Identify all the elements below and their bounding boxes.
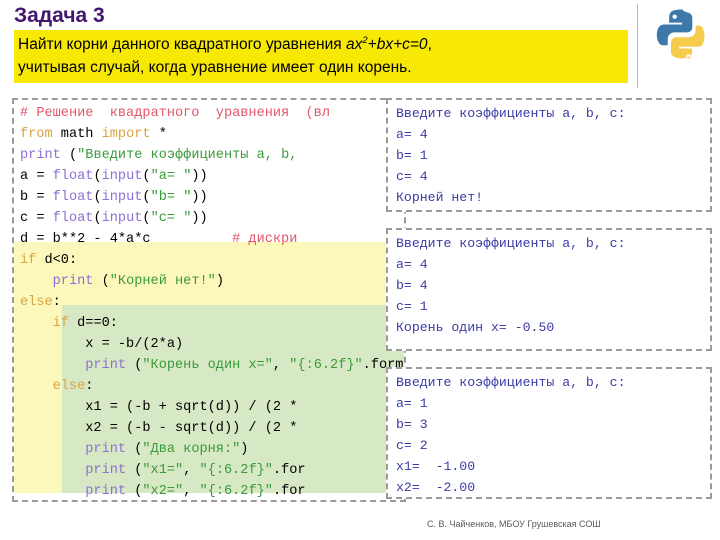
statement-text-part1: Найти корни данного квадратного уравнени… bbox=[18, 36, 346, 53]
code-line-else-2 bbox=[20, 379, 53, 394]
output-line: Введите коэффициенты a, b, c: bbox=[396, 375, 626, 390]
output-line: b= 1 bbox=[396, 148, 428, 163]
code-line-x2: x2 = (-b - sqrt(d)) / (2 * bbox=[20, 421, 298, 436]
code-line-if-d-eq-0 bbox=[20, 316, 53, 331]
code-line-comment-1: # Решение квадратного уравнения (вл bbox=[20, 106, 330, 121]
output-line: x1= -1.00 bbox=[396, 459, 476, 474]
output-line: Корней нет! bbox=[396, 190, 484, 205]
code-block: # Решение квадратного уравнения (вл from… bbox=[12, 98, 406, 502]
output-panel-two-roots: Введите коэффициенты a, b, c: a= 1 b= 3 … bbox=[386, 367, 712, 499]
python-logo-icon bbox=[653, 6, 711, 64]
header-divider bbox=[637, 4, 638, 88]
output-panel-no-roots: Введите коэффициенты a, b, c: a= 4 b= 1 … bbox=[386, 98, 712, 212]
output-line: c= 1 bbox=[396, 299, 428, 314]
statement-line-2: учитывая случай, когда уравнение имеет о… bbox=[18, 59, 412, 76]
code-line-import: from bbox=[20, 127, 53, 142]
footer-credit: С. В. Чайченков, МБОУ Грушевская СОШ bbox=[427, 519, 601, 529]
equation-base-b: +bx+c=0 bbox=[367, 36, 428, 53]
code-line-b: b = bbox=[20, 190, 53, 205]
code-line-a: a = bbox=[20, 169, 53, 184]
code-line-c: c = bbox=[20, 211, 53, 226]
output-line: Корень один x= -0.50 bbox=[396, 320, 555, 335]
equation-base-a: ax bbox=[345, 36, 363, 53]
output-line: c= 4 bbox=[396, 169, 428, 184]
code-line-single-x: x = -b/(2*a) bbox=[20, 337, 184, 352]
code-line-print-no-roots bbox=[20, 274, 53, 289]
output-line: a= 4 bbox=[396, 257, 428, 272]
code-line-print-x2 bbox=[20, 484, 85, 499]
task-statement: Найти корни данного квадратного уравнени… bbox=[14, 30, 628, 83]
output-line: a= 4 bbox=[396, 127, 428, 142]
code-line-print-two-roots bbox=[20, 442, 85, 457]
quadratic-equation: ax2+bx+c=0 bbox=[346, 36, 428, 53]
output-line: a= 1 bbox=[396, 396, 428, 411]
page-title: Задача 3 bbox=[14, 4, 105, 27]
output-line: b= 3 bbox=[396, 417, 428, 432]
output-line: b= 4 bbox=[396, 278, 428, 293]
output-line: c= 2 bbox=[396, 438, 428, 453]
code-line-print-one-root bbox=[20, 358, 85, 373]
code-line-discriminant: d = b**2 - 4*a*c bbox=[20, 232, 216, 247]
code-line-print-x1 bbox=[20, 463, 85, 478]
code-text: # Решение квадратного уравнения (вл from… bbox=[20, 106, 404, 499]
code-line-else-1: else bbox=[20, 295, 53, 310]
code-line-print-prompt: print bbox=[20, 148, 61, 163]
output-line: Введите коэффициенты a, b, c: bbox=[396, 236, 626, 251]
output-line: x2= -2.00 bbox=[396, 480, 476, 495]
code-line-x1: x1 = (-b + sqrt(d)) / (2 * bbox=[20, 400, 298, 415]
code-line-if-d-lt-0: if bbox=[20, 253, 37, 268]
statement-text-comma: , bbox=[427, 36, 432, 53]
output-line: Введите коэффициенты a, b, c: bbox=[396, 106, 626, 121]
output-panel-one-root: Введите коэффициенты a, b, c: a= 4 b= 4 … bbox=[386, 228, 712, 351]
